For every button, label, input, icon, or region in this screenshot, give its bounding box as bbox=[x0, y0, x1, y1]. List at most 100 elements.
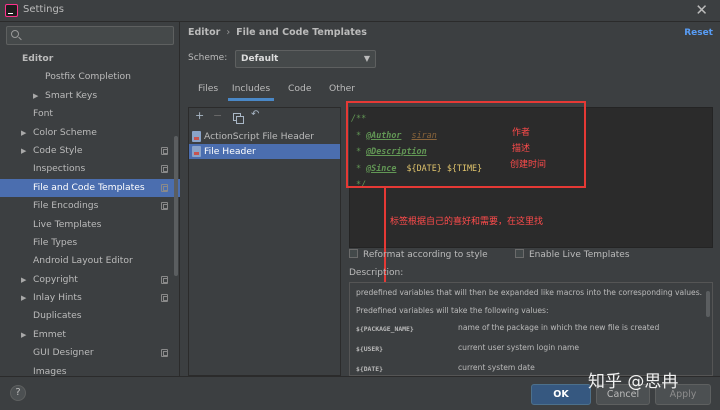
sidebar-item-label: Live Templates bbox=[33, 218, 102, 230]
project-scope-icon bbox=[161, 275, 168, 284]
sidebar-item-label: Duplicates bbox=[33, 310, 82, 322]
ok-button[interactable]: OK bbox=[531, 384, 591, 405]
sidebar-item-label: Editor bbox=[22, 53, 54, 64]
file-icon bbox=[192, 131, 201, 142]
sidebar-item[interactable]: Editor bbox=[0, 50, 180, 68]
sidebar-item-label: Postfix Completion bbox=[45, 71, 131, 83]
variable-name: ${PACKAGE_NAME} bbox=[356, 325, 414, 333]
chevron-right-icon[interactable]: ▶ bbox=[21, 271, 26, 289]
template-editor[interactable]: /** * @Author siran * @Description * @Si… bbox=[346, 101, 713, 248]
reformat-check[interactable] bbox=[349, 249, 358, 258]
search-input[interactable] bbox=[6, 26, 174, 45]
annotation-description: 描述 bbox=[512, 144, 531, 154]
sidebar-item[interactable]: GUI Designer bbox=[0, 344, 180, 362]
tab-code[interactable]: Code bbox=[288, 79, 312, 101]
description-scrollbar[interactable] bbox=[706, 291, 710, 317]
variable-description: name of the package in which the new fil… bbox=[458, 323, 660, 332]
project-scope-icon bbox=[161, 349, 168, 358]
template-list: + − ↶ ActionScript File Header File Head… bbox=[188, 107, 341, 376]
sidebar-item[interactable]: ▶ Emmet bbox=[0, 326, 180, 344]
sidebar-item[interactable]: Live Templates bbox=[0, 216, 180, 234]
chevron-right-icon[interactable]: ▶ bbox=[21, 124, 26, 142]
description-line: Predefined variables will take the follo… bbox=[356, 306, 549, 315]
sidebar-item-label: Inspections bbox=[33, 163, 86, 175]
variable-description: current user system login name bbox=[458, 343, 580, 352]
close-icon[interactable]: ✕ bbox=[695, 1, 708, 19]
window-title: Settings bbox=[23, 4, 65, 15]
sidebar-item-label: Copyright bbox=[33, 273, 78, 285]
live-templates-label: Enable Live Templates bbox=[529, 250, 630, 260]
sidebar-item-label: Code Style bbox=[33, 144, 83, 156]
sidebar-item[interactable]: File Types bbox=[0, 234, 180, 252]
template-label: File Header bbox=[204, 146, 256, 157]
settings-sidebar: Editor Postfix Completion ▶ Smart Keys Font ▶… bbox=[0, 22, 180, 377]
sidebar-item-label: File and Code Templates bbox=[33, 181, 145, 193]
scheme-value: Default bbox=[241, 54, 279, 64]
remove-icon[interactable]: − bbox=[213, 109, 222, 122]
variable-name: ${USER} bbox=[356, 345, 383, 353]
reformat-label: Reformat according to style bbox=[363, 250, 488, 260]
sidebar-item[interactable]: File and Code Templates bbox=[0, 178, 180, 198]
reformat-checkbox[interactable]: Reformat according to style bbox=[349, 249, 488, 260]
variable-description: current system date bbox=[458, 363, 535, 372]
sidebar-item[interactable]: Android Layout Editor bbox=[0, 252, 180, 270]
tab-includes[interactable]: Includes bbox=[228, 79, 274, 101]
help-button[interactable]: ? bbox=[10, 385, 26, 401]
list-item[interactable]: File Header bbox=[189, 144, 340, 159]
project-scope-icon bbox=[161, 146, 168, 155]
tab-other[interactable]: Other bbox=[329, 79, 355, 101]
sidebar-item[interactable]: Inspections bbox=[0, 160, 180, 178]
annotation-box bbox=[346, 101, 586, 188]
sidebar-item-label: Inlay Hints bbox=[33, 292, 82, 304]
project-scope-icon bbox=[161, 183, 168, 192]
scheme-label: Scheme: bbox=[188, 53, 228, 63]
annotation-since: 创建时间 bbox=[510, 160, 547, 170]
annotation-note: 标签根据自己的喜好和需要，在这里找 bbox=[390, 217, 544, 227]
copy-icon[interactable] bbox=[233, 113, 244, 124]
revert-icon[interactable]: ↶ bbox=[251, 109, 259, 120]
live-templates-checkbox[interactable]: Enable Live Templates bbox=[515, 249, 630, 260]
sidebar-item[interactable]: Font bbox=[0, 105, 180, 123]
sidebar-item[interactable]: ▶ Color Scheme bbox=[0, 124, 180, 142]
list-item[interactable]: ActionScript File Header bbox=[189, 129, 340, 144]
sidebar-item-label: File Types bbox=[33, 236, 78, 248]
search-icon bbox=[11, 30, 19, 38]
sidebar-item[interactable]: ▶ Copyright bbox=[0, 271, 180, 289]
live-templates-check[interactable] bbox=[515, 249, 524, 258]
breadcrumb-page: File and Code Templates bbox=[236, 27, 367, 38]
sidebar-item-label: Smart Keys bbox=[45, 89, 98, 101]
annotation-author: 作者 bbox=[512, 128, 531, 138]
breadcrumb-root: Editor bbox=[188, 27, 221, 38]
watermark: 知乎 @思冉 bbox=[588, 372, 679, 392]
chevron-down-icon: ▼ bbox=[363, 54, 370, 63]
sidebar-item-label: Android Layout Editor bbox=[33, 255, 133, 267]
tab-files[interactable]: Files bbox=[198, 79, 218, 101]
sidebar-item-label: Font bbox=[33, 108, 54, 120]
sidebar-item-label: File Encodings bbox=[33, 200, 99, 212]
project-scope-icon bbox=[161, 202, 168, 211]
chevron-right-icon[interactable]: ▶ bbox=[21, 326, 26, 344]
sidebar-item[interactable]: Postfix Completion bbox=[0, 68, 180, 86]
sidebar-scrollbar[interactable] bbox=[174, 136, 178, 276]
sidebar-item[interactable]: ▶ Smart Keys bbox=[0, 87, 180, 105]
chevron-right-icon[interactable]: ▶ bbox=[33, 87, 38, 105]
add-icon[interactable]: + bbox=[195, 109, 204, 122]
sidebar-item[interactable]: ▶ Inlay Hints bbox=[0, 289, 180, 307]
sidebar-item[interactable]: File Encodings bbox=[0, 197, 180, 215]
scheme-select[interactable]: Default ▼ bbox=[235, 50, 376, 68]
title-bar: Settings ✕ bbox=[0, 0, 720, 22]
sidebar-item-label: Color Scheme bbox=[33, 126, 97, 138]
sidebar-item[interactable]: ▶ Code Style bbox=[0, 142, 180, 160]
reset-link[interactable]: Reset bbox=[684, 28, 713, 38]
chevron-right-icon[interactable]: ▶ bbox=[21, 289, 26, 307]
app-icon bbox=[5, 4, 18, 17]
list-toolbar: + − ↶ bbox=[189, 108, 340, 126]
breadcrumb: Editor › File and Code Templates bbox=[188, 27, 367, 38]
settings-tree: Editor Postfix Completion ▶ Smart Keys Font ▶… bbox=[0, 50, 180, 381]
description-line: predefined variables that will then be e… bbox=[356, 288, 703, 297]
chevron-right-icon[interactable]: ▶ bbox=[21, 142, 26, 160]
breadcrumb-separator: › bbox=[226, 27, 231, 38]
file-icon bbox=[192, 146, 201, 157]
sidebar-item[interactable]: Duplicates bbox=[0, 307, 180, 325]
sidebar-item-label: Emmet bbox=[33, 328, 66, 340]
